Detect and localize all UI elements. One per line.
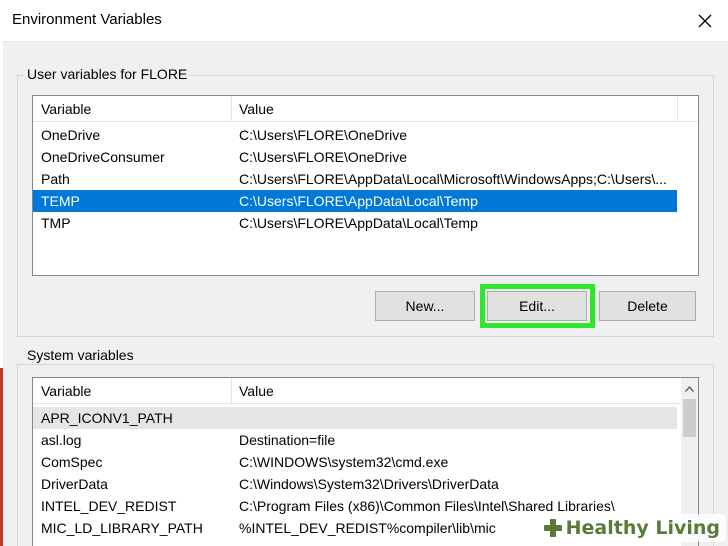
- variable-name: MIC_LD_LIBRARY_PATH: [41, 520, 203, 536]
- variable-name: Path: [41, 171, 70, 187]
- system-var-row-apr-iconv1-path[interactable]: APR_ICONV1_PATH: [33, 407, 677, 429]
- user-var-row-tmp[interactable]: TMP C:\Users\FLORE\AppData\Local\Temp: [33, 212, 677, 234]
- variable-value: C:\Users\FLORE\AppData\Local\Microsoft\W…: [239, 171, 667, 187]
- variable-name: asl.log: [41, 432, 82, 448]
- plus-logo-icon: [543, 519, 562, 537]
- close-icon: [698, 14, 712, 28]
- system-var-row-comspec[interactable]: ComSpec C:\WINDOWS\system32\cmd.exe: [33, 451, 677, 473]
- variable-value: C:\Windows\System32\Drivers\DriverData: [239, 476, 499, 492]
- new-user-variable-button[interactable]: New...: [375, 291, 475, 321]
- system-variables-label: System variables: [24, 347, 137, 363]
- variable-name: DriverData: [41, 476, 108, 492]
- healthy-living-watermark: Healthy Living: [536, 514, 726, 542]
- variable-name: ComSpec: [41, 454, 103, 470]
- variable-value: C:\Users\FLORE\AppData\Local\Temp: [239, 193, 478, 209]
- scroll-up-button[interactable]: [681, 380, 698, 397]
- variable-value: C:\Users\FLORE\OneDrive: [239, 127, 408, 143]
- title-bar: Environment Variables: [3, 0, 728, 42]
- variable-name: INTEL_DEV_REDIST: [41, 498, 177, 514]
- variable-name: APR_ICONV1_PATH: [41, 410, 173, 426]
- user-variables-list[interactable]: Variable Value OneDrive C:\Users\FLORE\O…: [32, 95, 699, 276]
- user-var-row-onedriveconsumer[interactable]: OneDriveConsumer C:\Users\FLORE\OneDrive: [33, 146, 677, 168]
- variable-name: OneDrive: [41, 127, 101, 143]
- variable-value: C:\WINDOWS\system32\cmd.exe: [239, 454, 449, 470]
- close-button[interactable]: [682, 0, 728, 42]
- column-header-value[interactable]: Value: [231, 378, 677, 404]
- variable-name: OneDriveConsumer: [41, 149, 165, 165]
- variable-value: %INTEL_DEV_REDIST%compiler\lib\mic: [239, 520, 496, 536]
- delete-user-variable-button[interactable]: Delete: [599, 291, 696, 321]
- column-header-variable[interactable]: Variable: [33, 96, 231, 122]
- edit-button-highlight: [480, 284, 595, 328]
- system-list-header: Variable Value: [33, 378, 698, 404]
- column-header-value[interactable]: Value: [231, 96, 677, 122]
- system-var-row-driverdata[interactable]: DriverData C:\Windows\System32\Drivers\D…: [33, 473, 677, 495]
- variable-value: C:\Users\FLORE\OneDrive: [239, 149, 408, 165]
- column-separator[interactable]: [677, 96, 678, 122]
- window-title: Environment Variables: [12, 11, 162, 28]
- system-var-row-asl-log[interactable]: asl.log Destination=file: [33, 429, 677, 451]
- column-header-variable[interactable]: Variable: [33, 378, 231, 404]
- variable-name: TEMP: [41, 193, 80, 209]
- variable-name: TMP: [41, 215, 71, 231]
- chevron-up-icon: [685, 385, 694, 392]
- user-var-row-temp[interactable]: TEMP C:\Users\FLORE\AppData\Local\Temp: [33, 190, 677, 212]
- variable-value: Destination=file: [239, 432, 336, 448]
- user-list-header: Variable Value: [33, 96, 698, 122]
- variable-value: C:\Users\FLORE\AppData\Local\Temp: [239, 215, 478, 231]
- watermark-text: Healthy Living: [565, 517, 720, 539]
- background-window-edge: [0, 368, 3, 546]
- user-var-row-onedrive[interactable]: OneDrive C:\Users\FLORE\OneDrive: [33, 124, 677, 146]
- scroll-thumb[interactable]: [683, 399, 696, 437]
- user-variables-label: User variables for FLORE: [24, 66, 191, 82]
- user-var-row-path[interactable]: Path C:\Users\FLORE\AppData\Local\Micros…: [33, 168, 677, 190]
- left-window-edge: [0, 0, 3, 546]
